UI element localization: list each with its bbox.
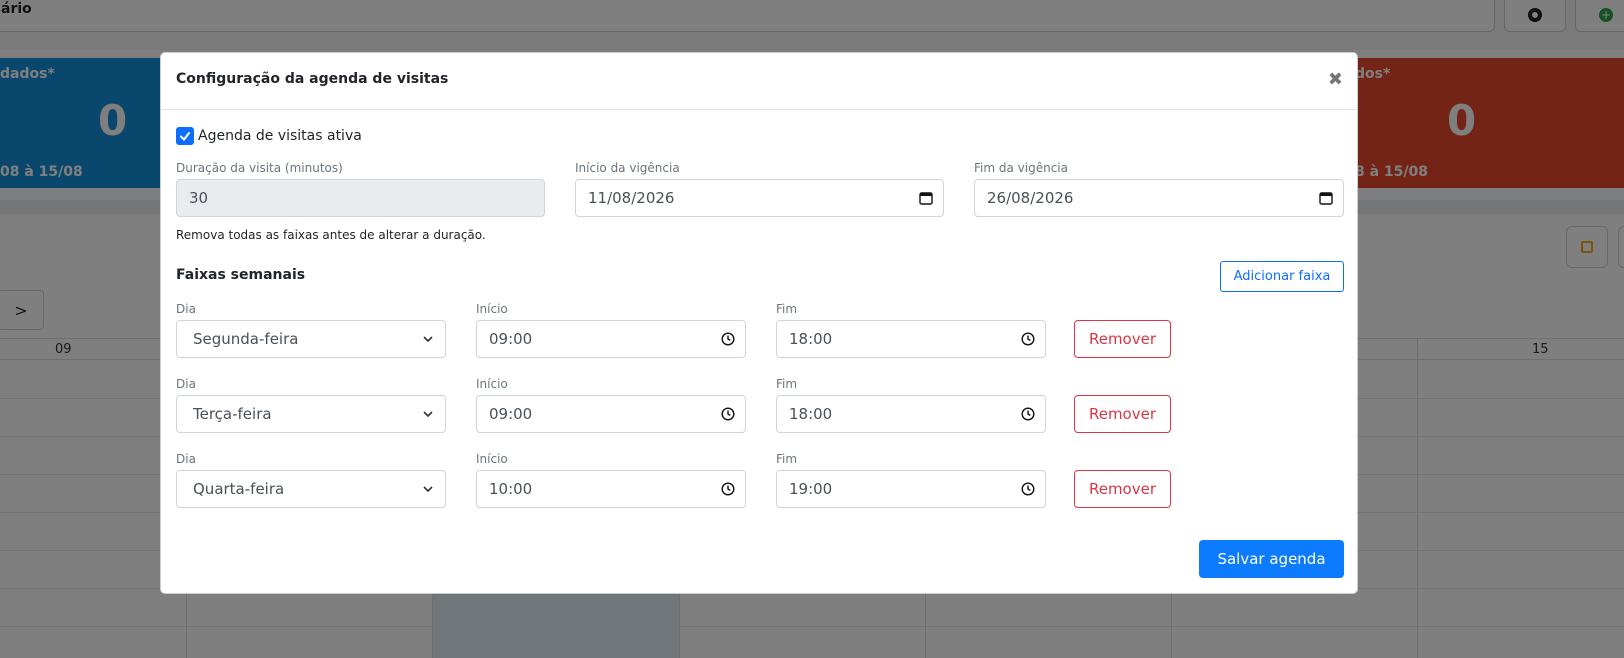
day-select-value: Terça-feira <box>193 405 272 423</box>
day-label: Dia <box>176 377 196 391</box>
remove-slot-button[interactable]: Remover <box>1074 320 1171 358</box>
close-icon[interactable]: ✖ <box>1328 71 1343 89</box>
start-time-value: 09:00 <box>489 405 533 423</box>
clock-icon[interactable] <box>1021 332 1035 346</box>
clock-icon[interactable] <box>1021 482 1035 496</box>
start-validity-label: Início da vigência <box>575 161 680 175</box>
day-select[interactable]: Quarta-feira <box>176 470 446 508</box>
day-select-value: Segunda-feira <box>193 330 299 348</box>
end-validity-value: 26/08/2026 <box>987 189 1074 207</box>
end-time-value: 18:00 <box>789 330 833 348</box>
start-time-value: 09:00 <box>489 330 533 348</box>
start-time-label: Início <box>476 377 508 391</box>
duration-label: Duração da visita (minutos) <box>176 161 343 175</box>
end-time-input[interactable]: 18:00 <box>776 320 1046 358</box>
day-select[interactable]: Terça-feira <box>176 395 446 433</box>
calendar-icon[interactable] <box>1319 191 1333 205</box>
duration-value: 30 <box>189 189 209 207</box>
duration-input: 30 <box>176 179 545 217</box>
visit-schedule-config-modal: Configuração da agenda de visitas ✖ Agen… <box>160 52 1358 594</box>
start-time-input[interactable]: 10:00 <box>476 470 746 508</box>
clock-icon[interactable] <box>721 407 735 421</box>
start-validity-value: 11/08/2026 <box>588 189 675 207</box>
end-validity-date-input[interactable]: 26/08/2026 <box>974 179 1344 217</box>
day-select-value: Quarta-feira <box>193 480 285 498</box>
start-time-label: Início <box>476 302 508 316</box>
end-time-label: Fim <box>776 377 798 391</box>
calendar-icon[interactable] <box>919 191 933 205</box>
start-time-input[interactable]: 09:00 <box>476 395 746 433</box>
chevron-down-icon <box>423 336 433 343</box>
day-select[interactable]: Segunda-feira <box>176 320 446 358</box>
active-schedule-checkbox[interactable] <box>176 127 194 145</box>
active-schedule-toggle[interactable]: Agenda de visitas ativa <box>176 127 362 145</box>
start-time-input[interactable]: 09:00 <box>476 320 746 358</box>
start-validity-date-input[interactable]: 11/08/2026 <box>575 179 944 217</box>
end-time-label: Fim <box>776 302 798 316</box>
end-time-value: 19:00 <box>789 480 833 498</box>
active-schedule-label: Agenda de visitas ativa <box>198 128 362 144</box>
clock-icon[interactable] <box>721 332 735 346</box>
start-time-value: 10:00 <box>489 480 533 498</box>
weekly-slots-title: Faixas semanais <box>176 267 306 283</box>
add-slot-button[interactable]: Adicionar faixa <box>1220 261 1344 292</box>
clock-icon[interactable] <box>721 482 735 496</box>
end-time-input[interactable]: 18:00 <box>776 395 1046 433</box>
end-time-label: Fim <box>776 452 798 466</box>
chevron-down-icon <box>423 486 433 493</box>
remove-slot-button[interactable]: Remover <box>1074 395 1171 433</box>
duration-helper-text: Remova todas as faixas antes de alterar … <box>176 228 486 242</box>
end-time-value: 18:00 <box>789 405 833 423</box>
end-time-input[interactable]: 19:00 <box>776 470 1046 508</box>
remove-slot-button[interactable]: Remover <box>1074 470 1171 508</box>
day-label: Dia <box>176 302 196 316</box>
clock-icon[interactable] <box>1021 407 1035 421</box>
chevron-down-icon <box>423 411 433 418</box>
modal-header: Configuração da agenda de visitas ✖ <box>161 53 1357 110</box>
day-label: Dia <box>176 452 196 466</box>
start-time-label: Início <box>476 452 508 466</box>
checkmark-icon <box>180 132 190 141</box>
save-schedule-button[interactable]: Salvar agenda <box>1199 540 1344 578</box>
modal-title: Configuração da agenda de visitas <box>176 71 449 87</box>
end-validity-label: Fim da vigência <box>974 161 1068 175</box>
